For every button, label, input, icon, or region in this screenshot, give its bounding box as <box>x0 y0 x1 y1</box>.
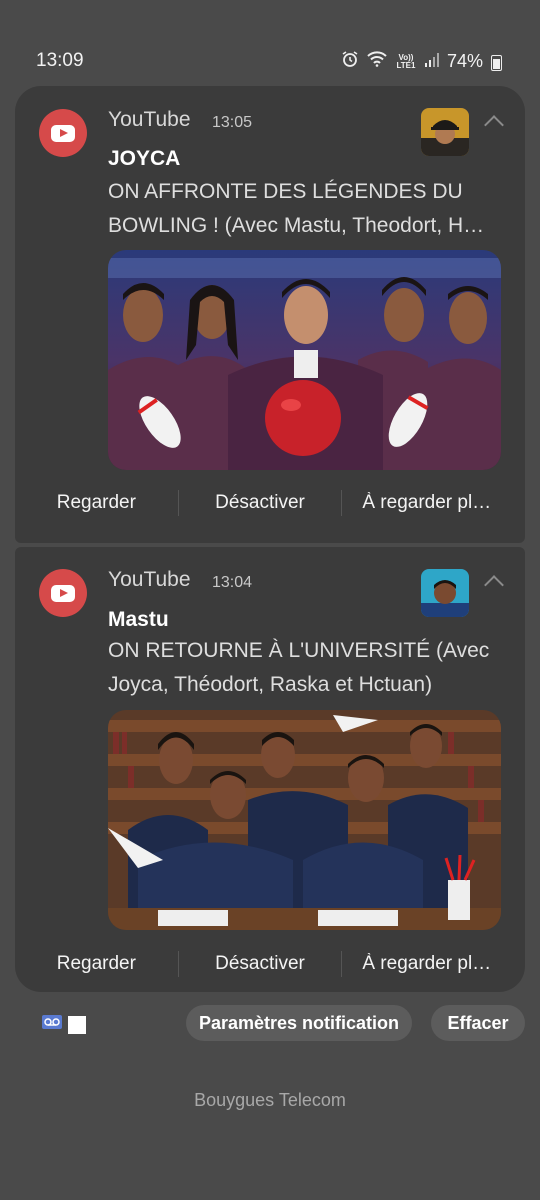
app-name: YouTube <box>108 108 191 131</box>
watch-button[interactable]: Regarder <box>15 953 178 975</box>
notification-actions: Regarder Désactiver À regarder pl… <box>15 944 525 984</box>
voicemail-icon <box>42 1014 62 1035</box>
battery-percent: 74% <box>446 51 483 71</box>
collapse-chevron-icon[interactable] <box>484 575 504 595</box>
wifi-icon <box>367 51 387 72</box>
alarm-icon <box>341 50 359 73</box>
status-icons: Vo)) LTE1 74% <box>341 50 502 73</box>
status-time: 13:09 <box>36 50 84 71</box>
notification-time: 13:04 <box>212 574 253 591</box>
status-bar: 13:09 Vo)) LTE1 74% <box>0 0 540 90</box>
disable-button[interactable]: Désactiver <box>179 953 342 975</box>
notification-card[interactable]: YouTube 13:05 JOYCA ON AFFRONTE DES LÉGE… <box>15 86 525 543</box>
watch-later-button[interactable]: À regarder pl… <box>342 492 525 514</box>
watch-later-button[interactable]: À regarder pl… <box>342 953 525 975</box>
video-thumbnail[interactable] <box>108 250 501 470</box>
disable-button[interactable]: Désactiver <box>179 492 342 514</box>
carrier-label: Bouygues Telecom <box>194 1090 346 1110</box>
youtube-app-icon <box>39 569 87 617</box>
notification-card[interactable]: YouTube 13:04 Mastu ON RETOURNE À L'UNIV… <box>15 547 525 992</box>
notification-actions: Regarder Désactiver À regarder pl… <box>15 483 525 523</box>
channel-avatar <box>421 108 469 156</box>
clear-button[interactable]: Effacer <box>431 1005 525 1041</box>
footer-status-icons <box>42 1014 86 1035</box>
battery-icon <box>491 54 502 71</box>
notification-settings-button[interactable]: Paramètres notification <box>186 1005 412 1041</box>
notification-text: ON AFFRONTE DES LÉGENDES DU BOWLING ! (A… <box>108 180 485 237</box>
app-name: YouTube <box>108 568 191 591</box>
sender-name: JOYCA <box>108 147 181 170</box>
video-thumbnail[interactable] <box>108 710 501 930</box>
channel-avatar <box>421 569 469 617</box>
collapse-chevron-icon[interactable] <box>484 115 504 135</box>
notification-time: 13:05 <box>212 114 253 131</box>
signal-icon <box>424 51 439 72</box>
watch-button[interactable]: Regarder <box>15 492 178 514</box>
sender-name: Mastu <box>108 608 169 631</box>
notification-text: ON RETOURNE À L'UNIVERSITÉ (Avec Joyca, … <box>108 639 490 696</box>
white-square-icon <box>68 1015 86 1034</box>
youtube-app-icon <box>39 109 87 157</box>
network-type-label: Vo)) LTE1 <box>396 52 416 70</box>
